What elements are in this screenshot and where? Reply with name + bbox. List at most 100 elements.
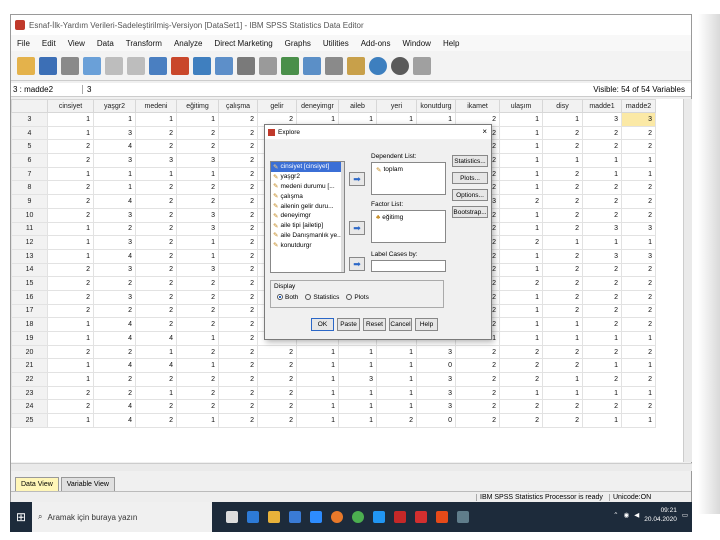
data-cell[interactable]: 1: [93, 166, 136, 182]
data-cell[interactable]: 1: [296, 385, 339, 401]
ok-button[interactable]: OK: [311, 318, 334, 331]
save-icon[interactable]: [39, 56, 57, 75]
paste-button[interactable]: Paste: [337, 318, 360, 331]
data-cell[interactable]: 1: [499, 207, 543, 223]
data-cell[interactable]: 1: [47, 248, 94, 264]
data-cell[interactable]: 2: [218, 317, 258, 332]
row-number[interactable]: 5: [11, 139, 48, 155]
data-cell[interactable]: 2: [93, 303, 136, 319]
data-cell[interactable]: 4: [93, 358, 136, 374]
data-cell[interactable]: 2: [621, 125, 656, 141]
data-cell[interactable]: 2: [542, 221, 583, 237]
row-number[interactable]: 17: [11, 303, 48, 319]
data-cell[interactable]: 1: [176, 112, 219, 127]
row-number[interactable]: 13: [11, 248, 48, 264]
data-cell[interactable]: 2: [47, 344, 94, 360]
data-cell[interactable]: 2: [499, 276, 543, 291]
data-cell[interactable]: 2: [621, 139, 656, 155]
data-cell[interactable]: 2: [582, 180, 622, 196]
row-number[interactable]: 19: [11, 331, 48, 346]
data-cell[interactable]: 1: [542, 372, 583, 387]
data-cell[interactable]: 2: [135, 413, 177, 428]
menu-edit[interactable]: Edit: [36, 39, 62, 48]
data-cell[interactable]: 2: [47, 180, 94, 196]
tab-data-view[interactable]: Data View: [15, 477, 59, 491]
task-view-icon[interactable]: [226, 511, 238, 523]
data-cell[interactable]: 2: [218, 180, 258, 196]
data-cell[interactable]: 1: [499, 331, 543, 346]
column-header[interactable]: madde2: [621, 99, 656, 113]
data-cell[interactable]: 2: [218, 358, 258, 374]
data-cell[interactable]: 2: [621, 180, 656, 196]
data-cell[interactable]: 1: [499, 166, 543, 182]
display-both-radio[interactable]: Both: [277, 294, 298, 301]
clock[interactable]: 09:21 20.04.2020: [644, 506, 677, 524]
move-to-dependent-button[interactable]: ➡: [349, 172, 365, 186]
data-cell[interactable]: 1: [621, 153, 656, 168]
data-cell[interactable]: 2: [218, 276, 258, 291]
variable-list-item[interactable]: ✎ cinsiyet [cinsiyet]: [271, 162, 344, 172]
data-cell[interactable]: 1: [47, 166, 94, 182]
row-number[interactable]: 10: [11, 207, 48, 223]
column-header[interactable]: çalışma: [218, 99, 258, 113]
data-cell[interactable]: 2: [47, 194, 94, 209]
display-statistics-radio[interactable]: Statistics: [305, 294, 339, 301]
row-number[interactable]: 23: [11, 385, 48, 401]
menu-help[interactable]: Help: [437, 39, 465, 48]
data-cell[interactable]: 3: [582, 221, 622, 237]
data-cell[interactable]: 1: [621, 166, 656, 182]
data-cell[interactable]: 2: [135, 372, 177, 387]
undo-icon[interactable]: [105, 56, 123, 75]
data-cell[interactable]: 2: [176, 399, 219, 415]
data-cell[interactable]: 2: [218, 235, 258, 250]
data-cell[interactable]: 1: [499, 303, 543, 319]
notifications-icon[interactable]: ▭: [682, 511, 688, 519]
close-icon[interactable]: ×: [482, 127, 487, 136]
data-cell[interactable]: 1: [499, 139, 543, 155]
data-cell[interactable]: 2: [582, 303, 622, 319]
menu-window[interactable]: Window: [396, 39, 436, 48]
data-cell[interactable]: 2: [47, 385, 94, 401]
tab-variable-view[interactable]: Variable View: [60, 477, 115, 491]
data-cell[interactable]: 1: [499, 153, 543, 168]
variable-list-item[interactable]: ✎ konutdurgr: [271, 240, 344, 250]
data-cell[interactable]: 3: [416, 385, 456, 401]
data-cell[interactable]: 2: [47, 139, 94, 155]
menu-direct-marketing[interactable]: Direct Marketing: [208, 39, 278, 48]
data-cell[interactable]: 3: [93, 125, 136, 141]
data-cell[interactable]: 2: [542, 399, 583, 415]
data-cell[interactable]: 1: [499, 317, 543, 332]
cell-value-input[interactable]: 3: [83, 85, 593, 94]
column-header[interactable]: ulaşım: [499, 99, 543, 113]
powerpoint-icon[interactable]: [436, 511, 448, 523]
data-cell[interactable]: 1: [621, 413, 656, 428]
data-cell[interactable]: 2: [582, 289, 622, 305]
data-cell[interactable]: 2: [582, 317, 622, 332]
data-cell[interactable]: 3: [416, 399, 456, 415]
data-cell[interactable]: 1: [338, 344, 377, 360]
data-cell[interactable]: 2: [542, 125, 583, 141]
data-cell[interactable]: 2: [257, 344, 297, 360]
data-cell[interactable]: 2: [542, 180, 583, 196]
column-header[interactable]: ikamet: [455, 99, 500, 113]
menu-data[interactable]: Data: [91, 39, 120, 48]
dependent-list-box[interactable]: ✎ toplam: [371, 162, 446, 195]
column-header[interactable]: aileb: [338, 99, 377, 113]
data-cell[interactable]: 2: [499, 399, 543, 415]
word-icon[interactable]: [373, 511, 385, 523]
data-cell[interactable]: 1: [296, 358, 339, 374]
column-header[interactable]: yaşgr2: [93, 99, 136, 113]
data-cell[interactable]: 1: [47, 413, 94, 428]
data-cell[interactable]: 2: [218, 399, 258, 415]
data-cell[interactable]: 1: [47, 221, 94, 237]
data-cell[interactable]: 2: [542, 289, 583, 305]
data-cell[interactable]: 2: [218, 194, 258, 209]
file-explorer-icon[interactable]: [268, 511, 280, 523]
corner-cell[interactable]: [11, 99, 48, 113]
use-variable-sets-icon[interactable]: [391, 56, 409, 75]
data-cell[interactable]: 2: [47, 303, 94, 319]
data-cell[interactable]: 2: [542, 207, 583, 223]
data-cell[interactable]: 1: [542, 112, 583, 127]
variable-list-item[interactable]: ✎ aile tipi [ailetip]: [271, 221, 344, 231]
data-cell[interactable]: 4: [135, 331, 177, 346]
